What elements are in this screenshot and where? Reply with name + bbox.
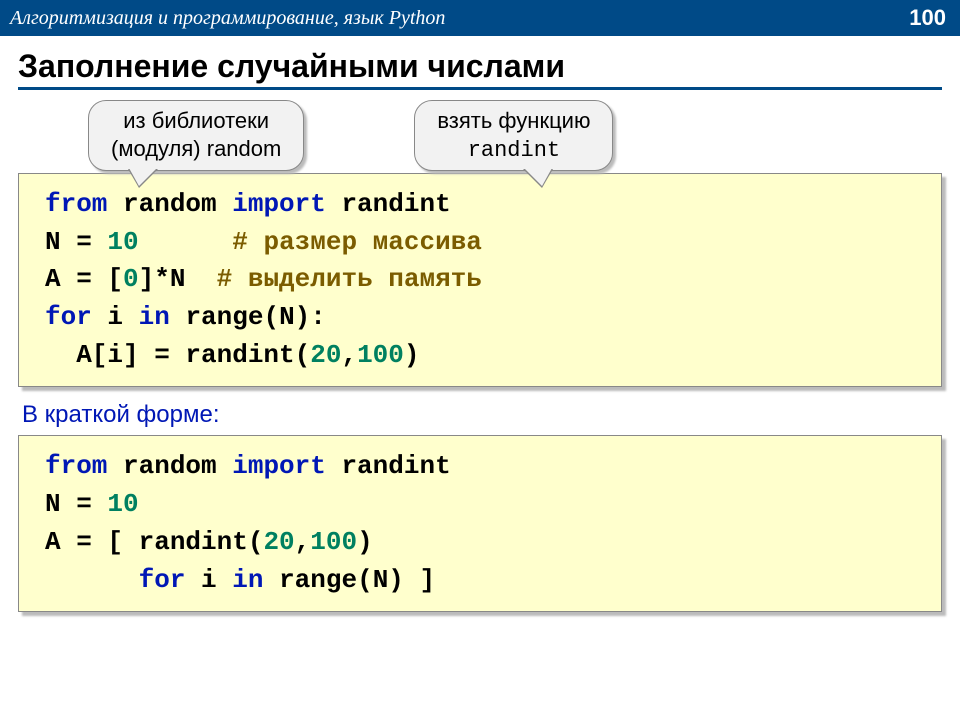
code-text: A = [	[45, 264, 123, 294]
header-title: Алгоритмизация и программирование, язык …	[10, 7, 445, 30]
callouts-row: из библиотеки (модуля) random взять функ…	[18, 100, 942, 171]
code-number: 100	[357, 340, 404, 370]
slide-title: Заполнение случайными числами	[18, 48, 942, 90]
code-number: 20	[310, 340, 341, 370]
code-kw: in	[232, 565, 279, 595]
code-text: i	[107, 302, 138, 332]
callout-library-line1: из библиотеки	[123, 108, 269, 133]
code-text: ]*N	[139, 264, 217, 294]
slide-content: Заполнение случайными числами из библиот…	[0, 36, 960, 612]
code-kw: import	[232, 451, 341, 481]
code-text: random	[123, 189, 232, 219]
code-text: )	[357, 527, 388, 557]
slide-header: Алгоритмизация и программирование, язык …	[0, 0, 960, 36]
code-text: for	[45, 565, 201, 595]
code-text: i	[201, 565, 232, 595]
code-text: range(N) ]	[279, 565, 435, 595]
code-kw: in	[139, 302, 186, 332]
callout-function: взять функцию randint	[414, 100, 613, 171]
callout-function-line1: взять функцию	[437, 108, 590, 133]
code-number: 10	[107, 227, 138, 257]
code-number: 100	[310, 527, 357, 557]
code-comment: # выделить память	[217, 264, 482, 294]
code-number: 10	[107, 489, 138, 519]
callout-library: из библиотеки (модуля) random	[88, 100, 304, 171]
code-text: N =	[45, 227, 107, 257]
callout-library-line2: (модуля) random	[111, 136, 281, 161]
page-number: 100	[909, 5, 946, 31]
code-text: randint	[341, 189, 450, 219]
code-text: range(N):	[185, 302, 325, 332]
code-text: ,	[341, 340, 357, 370]
code-text: random	[123, 451, 232, 481]
callout-function-line2: randint	[468, 138, 560, 163]
code-comment: # размер массива	[139, 227, 482, 257]
code-text: A = [ randint(	[45, 527, 263, 557]
code-text: randint	[341, 451, 450, 481]
code-kw: import	[232, 189, 341, 219]
code-text: A[i] = randint(	[45, 340, 310, 370]
code-block-2: from random import randint N = 10 A = [ …	[18, 435, 942, 612]
code-number: 20	[263, 527, 294, 557]
code-block-1: from random import randint N = 10 # разм…	[18, 173, 942, 387]
code-kw: from	[45, 451, 123, 481]
code-text: N =	[45, 489, 107, 519]
code-text: ,	[295, 527, 311, 557]
subtitle-short-form: В краткой форме:	[22, 401, 942, 429]
code-text: )	[404, 340, 420, 370]
code-number: 0	[123, 264, 139, 294]
code-kw: from	[45, 189, 123, 219]
code-kw: for	[45, 302, 107, 332]
